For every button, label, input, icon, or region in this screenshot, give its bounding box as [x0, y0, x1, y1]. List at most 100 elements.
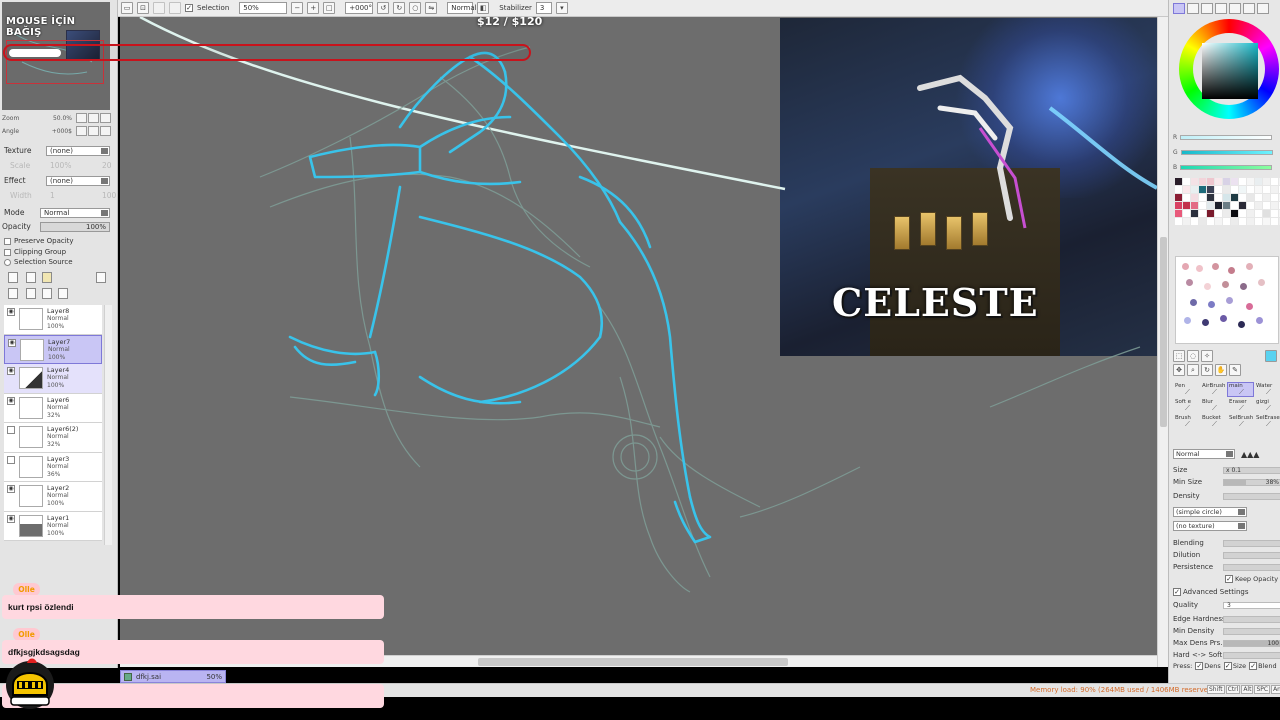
new-linework-layer-icon[interactable]	[26, 272, 36, 283]
select-all-icon[interactable]: ▭	[121, 2, 133, 14]
color-swatch[interactable]	[1175, 186, 1182, 193]
tool-gizgi[interactable]: gizgi ⟋	[1254, 398, 1280, 413]
copy-layer-icon[interactable]	[8, 288, 18, 299]
navigator-zoom-value[interactable]: 50.0%	[32, 115, 72, 122]
color-swatch[interactable]	[1175, 218, 1182, 225]
color-swatch[interactable]	[1239, 194, 1246, 201]
color-swatch[interactable]	[1199, 186, 1206, 193]
color-swatch[interactable]	[1255, 186, 1262, 193]
color-swatch[interactable]	[1223, 194, 1230, 201]
zoom-out-icon[interactable]: −	[291, 2, 304, 14]
selection-source-option[interactable]: Selection Source	[4, 258, 73, 266]
tool-main[interactable]: main ⟋	[1227, 382, 1254, 397]
layer-row[interactable]: ◉ Layer8 Normal 100%	[4, 305, 102, 335]
tool-water[interactable]: Water ⟋	[1254, 382, 1280, 397]
selection-source-radio[interactable]	[4, 258, 11, 266]
invert-selection-icon[interactable]	[153, 2, 165, 14]
color-swatch[interactable]	[1199, 210, 1206, 217]
color-swatch[interactable]	[1247, 202, 1254, 209]
persistence-slider[interactable]	[1223, 564, 1280, 571]
tool-blur[interactable]: Blur ⟋	[1200, 398, 1227, 413]
eye-icon[interactable]	[7, 455, 15, 464]
merge-down-icon[interactable]	[26, 288, 36, 299]
color-swatch[interactable]	[1231, 210, 1238, 217]
color-swatch[interactable]	[1223, 186, 1230, 193]
tool-bucket[interactable]: Bucket ⟋	[1200, 414, 1227, 429]
merge-visible-icon[interactable]	[42, 288, 52, 299]
lasso-icon[interactable]: ◌	[1187, 350, 1199, 362]
tool-selbrush[interactable]: SelBrush ⟋	[1227, 414, 1254, 429]
color-swatch[interactable]	[1215, 202, 1222, 209]
color-wheel-tab[interactable]	[1173, 3, 1185, 14]
color-swatch[interactable]	[1199, 178, 1206, 185]
color-swatch[interactable]	[1239, 178, 1246, 185]
brush-blend-select[interactable]: Normal	[1173, 449, 1235, 459]
color-swatch[interactable]	[1255, 194, 1262, 201]
new-folder-icon[interactable]	[42, 272, 52, 283]
color-swatch[interactable]	[1263, 178, 1270, 185]
pressure-density-checkbox[interactable]: ✓	[1195, 662, 1204, 670]
color-swatch[interactable]	[1175, 202, 1182, 209]
color-swatch[interactable]	[1199, 194, 1206, 201]
effect-select[interactable]: (none)	[46, 176, 110, 186]
eye-icon[interactable]: ◉	[8, 338, 16, 347]
color-swatch[interactable]	[1223, 218, 1230, 225]
tool-brush[interactable]: Brush ⟋	[1173, 414, 1200, 429]
color-swatch[interactable]	[1255, 210, 1262, 217]
color-swatch[interactable]	[1215, 178, 1222, 185]
color-swatch[interactable]	[1183, 210, 1190, 217]
rotate-left-icon[interactable]: ↺	[377, 2, 390, 14]
palette-tab[interactable]	[1243, 3, 1255, 14]
color-swatch[interactable]	[1223, 210, 1230, 217]
zoom-out-button[interactable]	[76, 113, 87, 123]
eye-icon[interactable]: ◉	[7, 514, 15, 523]
color-swatch[interactable]	[1183, 218, 1190, 225]
color-scratchpad[interactable]	[1175, 256, 1279, 344]
color-swatch[interactable]	[1207, 194, 1214, 201]
swatches-tab[interactable]	[1215, 3, 1227, 14]
color-swatch[interactable]	[1255, 178, 1262, 185]
zoom-reset-button[interactable]	[100, 113, 111, 123]
hard-soft-slider[interactable]	[1223, 652, 1280, 659]
rgb-slider-tab[interactable]	[1187, 3, 1199, 14]
clipping-group-checkbox[interactable]	[4, 248, 11, 256]
hand-icon[interactable]: ✋	[1215, 364, 1227, 376]
rotate-left-button[interactable]	[76, 126, 87, 136]
antialias-icon[interactable]: ◧	[477, 2, 490, 14]
color-swatch[interactable]	[1271, 186, 1278, 193]
horizontal-scrollbar-thumb[interactable]	[478, 658, 788, 666]
color-swatch[interactable]	[1215, 210, 1222, 217]
color-swatch[interactable]	[1263, 186, 1270, 193]
current-color-swatch[interactable]	[1265, 350, 1277, 362]
color-swatch[interactable]	[1231, 186, 1238, 193]
preserve-opacity-option[interactable]: Preserve Opacity	[4, 237, 74, 245]
red-slider[interactable]	[1180, 134, 1273, 140]
selection-checkbox[interactable]: ✓	[185, 4, 193, 12]
color-swatch[interactable]	[1191, 178, 1198, 185]
layer-list-scrollbar[interactable]	[104, 305, 112, 545]
eyedropper-icon[interactable]: ✎	[1229, 364, 1241, 376]
opacity-slider[interactable]: 100%	[40, 222, 110, 232]
magic-wand-icon[interactable]: ✧	[1201, 350, 1213, 362]
rotate-right-icon[interactable]: ↻	[393, 2, 406, 14]
color-swatch[interactable]	[1239, 202, 1246, 209]
color-swatch[interactable]	[1239, 218, 1246, 225]
color-swatch[interactable]	[1199, 202, 1206, 209]
rotate-reset-icon[interactable]: ○	[409, 2, 422, 14]
layer-options-icon[interactable]	[96, 272, 106, 283]
color-swatch[interactable]	[1215, 218, 1222, 225]
color-swatch[interactable]	[1191, 194, 1198, 201]
zoom-in-button[interactable]	[88, 113, 99, 123]
eye-icon[interactable]: ◉	[7, 367, 15, 375]
color-swatch[interactable]	[1183, 194, 1190, 201]
clipping-group-option[interactable]: Clipping Group	[4, 248, 66, 256]
pressure-blend-checkbox[interactable]: ✓	[1249, 662, 1258, 670]
hsv-slider-tab[interactable]	[1201, 3, 1213, 14]
color-swatch[interactable]	[1271, 194, 1278, 201]
color-swatch[interactable]	[1199, 218, 1206, 225]
texture-select[interactable]: (none)	[46, 146, 110, 156]
density-slider[interactable]	[1223, 493, 1280, 500]
color-swatch[interactable]	[1191, 210, 1198, 217]
tool-eraser[interactable]: Eraser ⟋	[1227, 398, 1254, 413]
drawing-canvas[interactable]: CELESTE $12 / $120	[120, 17, 1157, 655]
